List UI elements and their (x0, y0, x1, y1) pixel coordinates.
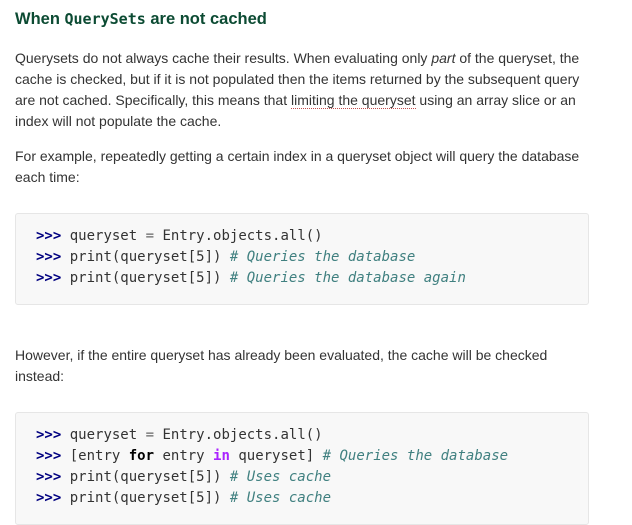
paragraph-example-intro: For example, repeatedly getting a certai… (15, 148, 580, 185)
keyword-in: in (213, 448, 230, 464)
code-line: >>> [entry for entry in queryset] # Quer… (36, 446, 588, 467)
code-block-cached[interactable]: >>> queryset = Entry.objects.all() >>> [… (15, 412, 589, 525)
prompt: >>> (36, 228, 62, 244)
code-text: entry (154, 448, 214, 464)
code-text: Entry.objects.all() (154, 228, 323, 244)
prompt: >>> (36, 469, 62, 485)
code-text: print(queryset[5]) (61, 490, 230, 506)
code-comment: # Uses cache (229, 469, 332, 485)
code-line: >>> queryset = Entry.objects.all() (36, 226, 588, 247)
operator: = (145, 427, 155, 443)
code-line: >>> print(queryset[5]) # Queries the dat… (36, 268, 588, 289)
code-comment: # Queries the database again (229, 270, 466, 286)
code-line: >>> queryset = Entry.objects.all() (36, 425, 588, 446)
code-text: print(queryset[5]) (61, 469, 230, 485)
code-block-uncached[interactable]: >>> queryset = Entry.objects.all() >>> p… (15, 213, 589, 305)
prompt: >>> (36, 490, 62, 506)
code-text: queryset (61, 427, 146, 443)
operator: = (145, 228, 155, 244)
heading-suffix: are not cached (145, 10, 267, 28)
code-text: print(queryset[5]) (61, 270, 230, 286)
code-line: >>> print(queryset[5]) # Queries the dat… (36, 247, 588, 268)
code-comment: # Queries the database (229, 249, 416, 265)
document-section: When QuerySets are not cached Querysets … (15, 0, 590, 525)
prompt: >>> (36, 270, 62, 286)
heading-code: QuerySets (64, 10, 146, 28)
code-comment: # Queries the database (322, 448, 509, 464)
code-text: Entry.objects.all() (154, 427, 323, 443)
prompt: >>> (36, 249, 62, 265)
prompt: >>> (36, 427, 62, 443)
prompt: >>> (36, 448, 62, 464)
heading-prefix: When (15, 10, 65, 28)
keyword-for: for (128, 448, 155, 464)
code-text: queryset] (229, 448, 323, 464)
section-heading: When QuerySets are not cached (15, 8, 590, 30)
code-comment: # Uses cache (229, 490, 332, 506)
code-text: queryset (61, 228, 146, 244)
code-line: >>> print(queryset[5]) # Uses cache (36, 488, 588, 509)
code-line: >>> print(queryset[5]) # Uses cache (36, 467, 588, 488)
code-text: print(queryset[5]) (61, 249, 230, 265)
para1-text-1: Querysets do not always cache their resu… (15, 50, 432, 66)
paragraph-caching-explanation: Querysets do not always cache their resu… (15, 48, 590, 132)
code-text: [entry (61, 448, 129, 464)
paragraph-cached-intro: However, if the entire queryset has alre… (15, 347, 548, 384)
limiting-queryset-link[interactable]: limiting the queryset (291, 92, 416, 109)
para1-emphasis: part (431, 50, 456, 66)
